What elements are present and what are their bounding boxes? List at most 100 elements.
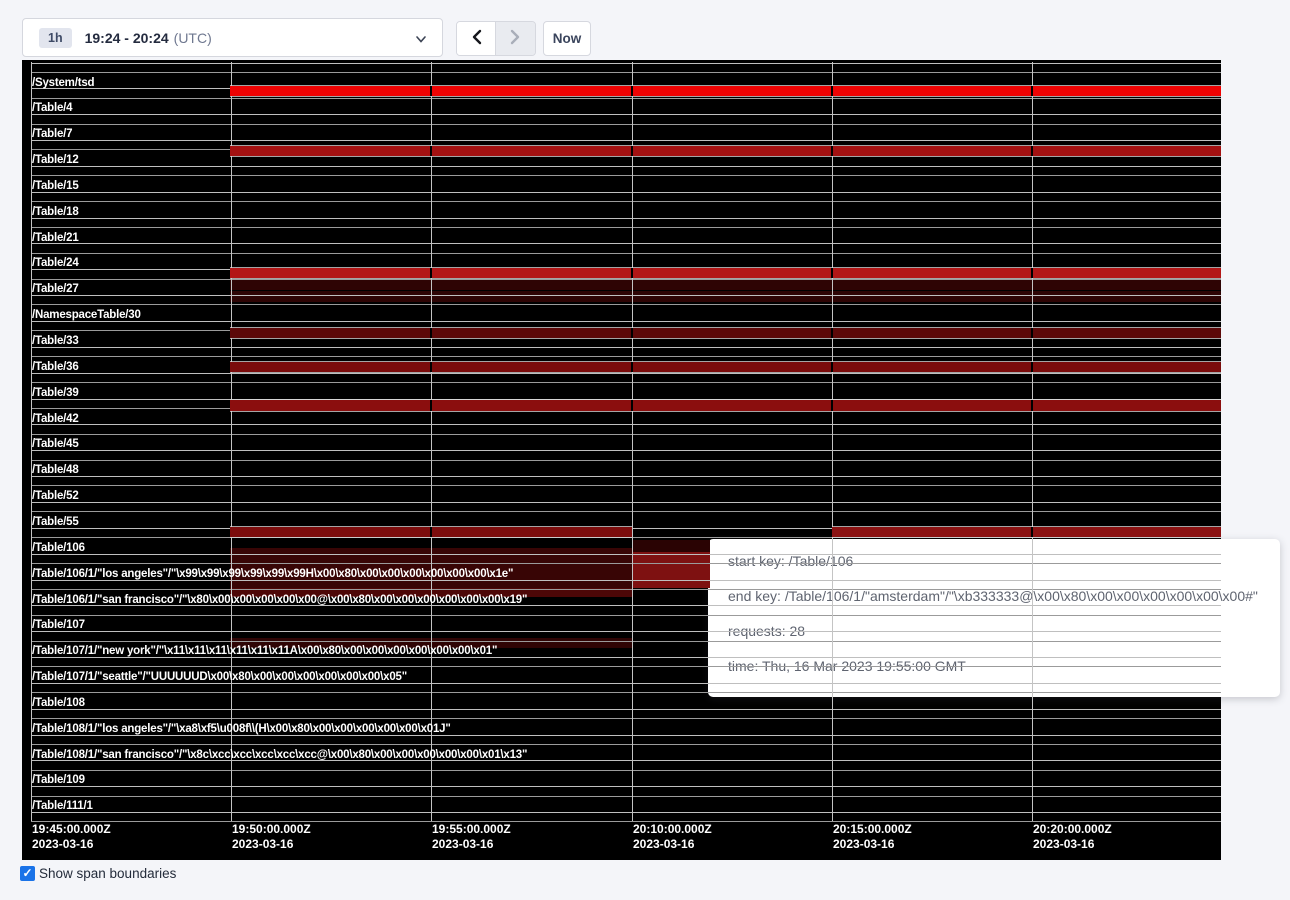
heat-band-gap	[1031, 86, 1033, 96]
heat-band-gap	[1031, 268, 1033, 278]
span-boundary-line	[31, 243, 1221, 244]
row-key-label: /Table/42	[32, 413, 79, 425]
heat-band-gap	[831, 86, 833, 96]
bucket-boundary-line	[431, 62, 432, 821]
tooltip-end-key: end key: /Table/106/1/"amsterdam"/"\xb33…	[728, 588, 1260, 604]
row-key-label: /Table/33	[32, 335, 79, 347]
span-boundary-line	[31, 140, 1221, 141]
chevron-down-icon	[415, 32, 427, 50]
heat-band	[230, 280, 1221, 290]
heat-band-gap	[430, 362, 432, 372]
heat-band-gap	[831, 146, 833, 156]
tick-date: 2023-03-16	[232, 837, 311, 852]
key-visualizer-page: 1h 19:24 - 20:24 (UTC) Now /System/tsd/T…	[0, 0, 1290, 900]
show-span-boundaries-checkbox[interactable]: ✓	[20, 866, 35, 881]
span-boundary-line	[31, 485, 1221, 486]
span-boundary-line	[31, 201, 1221, 202]
heat-band	[230, 268, 1221, 278]
keyvis-canvas[interactable]: /System/tsd/Table/4/Table/7/Table/12/Tab…	[22, 60, 1221, 860]
tick-time: 20:20:00.000Z	[1033, 822, 1112, 837]
span-boundary-line	[31, 253, 1221, 254]
row-key-label: /Table/39	[32, 387, 79, 399]
span-boundary-line	[31, 321, 1221, 322]
time-axis-tick: 19:55:00.000Z2023-03-16	[432, 822, 511, 852]
span-boundary-line	[31, 124, 1221, 125]
span-boundary-line	[31, 279, 1221, 280]
row-key-label: /System/tsd	[32, 77, 94, 89]
span-boundary-line	[31, 295, 1221, 296]
span-boundary-line	[31, 718, 1221, 719]
row-key-label: /Table/106/1/"los angeles"/"\x99\x99\x99…	[32, 568, 513, 580]
tick-time: 19:50:00.000Z	[232, 822, 311, 837]
span-boundary-line	[31, 356, 1221, 357]
row-key-label: /Table/107	[32, 619, 85, 631]
span-boundary-line	[31, 450, 1221, 451]
span-boundary-line	[31, 434, 1221, 435]
row-key-label: /Table/106/1/"san francisco"/"\x80\x00\x…	[32, 594, 527, 606]
span-boundary-line	[31, 218, 1221, 219]
span-boundary-line	[31, 615, 1221, 616]
span-boundary-line	[31, 744, 1221, 745]
heat-band-gap	[430, 328, 432, 338]
heat-band	[230, 291, 1221, 302]
heat-band-gap	[1031, 146, 1033, 156]
prev-time-button[interactable]	[457, 22, 496, 55]
heat-band-gap	[631, 400, 633, 411]
span-boundary-line	[31, 554, 1221, 555]
time-axis-tick: 20:15:00.000Z2023-03-16	[833, 822, 912, 852]
footer: ✓ Show span boundaries	[20, 866, 176, 881]
now-button[interactable]: Now	[543, 21, 591, 56]
heat-band-gap	[1031, 527, 1033, 537]
row-key-label: /Table/45	[32, 438, 79, 450]
span-boundary-line	[31, 175, 1221, 176]
span-boundary-line	[31, 460, 1221, 461]
heat-band	[230, 86, 1221, 96]
span-boundary-line	[31, 502, 1221, 503]
row-key-label: /Table/48	[32, 464, 79, 476]
time-range-selector[interactable]: 1h 19:24 - 20:24 (UTC)	[22, 18, 443, 57]
time-axis-tick: 19:50:00.000Z2023-03-16	[232, 822, 311, 852]
span-boundary-line	[31, 657, 1221, 658]
tick-time: 19:45:00.000Z	[32, 822, 111, 837]
span-boundary-line	[31, 63, 1221, 64]
heat-band-gap	[831, 328, 833, 338]
span-boundary-line	[31, 373, 1221, 374]
row-key-label: /Table/109	[32, 774, 85, 786]
heat-band-gap	[631, 146, 633, 156]
heat-band	[633, 540, 710, 552]
tick-date: 2023-03-16	[633, 837, 712, 852]
span-boundary-line	[31, 114, 1221, 115]
span-boundary-line	[31, 770, 1221, 771]
row-key-label: /Table/107/1/"new york"/"\x11\x11\x11\x1…	[32, 645, 497, 657]
timezone-text: (UTC)	[174, 30, 212, 46]
next-time-button[interactable]	[496, 22, 535, 55]
span-boundary-line	[31, 424, 1221, 425]
heat-band-gap	[631, 328, 633, 338]
tick-time: 19:55:00.000Z	[432, 822, 511, 837]
heat-band	[832, 527, 1221, 537]
span-boundary-line	[31, 786, 1221, 787]
span-boundary-line	[31, 347, 1221, 348]
span-boundary-line	[31, 631, 1221, 632]
row-key-label: /Table/55	[32, 516, 79, 528]
row-key-label: /Table/36	[32, 361, 79, 373]
span-boundary-line	[31, 812, 1221, 813]
row-key-label: /Table/108/1/"los angeles"/"\xa8\xf5\u00…	[32, 723, 451, 735]
time-range-text: 19:24 - 20:24	[85, 30, 169, 46]
bucket-boundary-line	[1032, 62, 1033, 821]
heat-band-gap	[1031, 328, 1033, 338]
bucket-boundary-line	[632, 62, 633, 821]
heat-band-gap	[631, 86, 633, 96]
span-boundary-line	[31, 709, 1221, 710]
heat-band-gap	[831, 362, 833, 372]
span-boundary-line	[31, 589, 1221, 590]
span-boundary-line	[31, 511, 1221, 512]
heat-band-gap	[831, 400, 833, 411]
row-key-label: /Table/27	[32, 283, 79, 295]
span-boundary-line	[31, 796, 1221, 797]
span-boundary-line	[31, 72, 1221, 73]
span-boundary-line	[31, 382, 1221, 383]
time-axis-tick: 19:45:00.000Z2023-03-16	[32, 822, 111, 852]
tick-date: 2023-03-16	[32, 837, 111, 852]
row-key-label: /Table/21	[32, 232, 79, 244]
